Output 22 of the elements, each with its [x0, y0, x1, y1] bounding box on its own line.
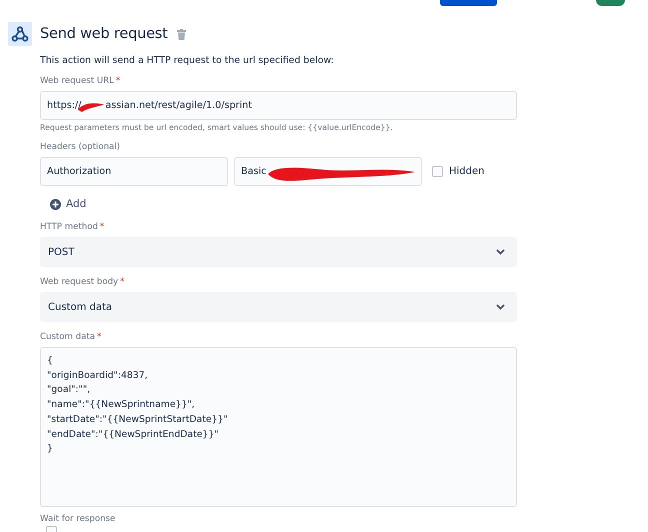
trash-icon[interactable] — [176, 28, 186, 40]
action-description: This action will send a HTTP request to the url specified below: — [40, 55, 335, 66]
url-field[interactable]: https:// assian.net/rest/agile/1.0/sprint — [40, 91, 517, 120]
field-label: Wait for response — [40, 514, 116, 525]
field-label: Web request body * — [40, 277, 126, 288]
add-button[interactable]: Add — [50, 196, 86, 212]
webhook-icon — [8, 22, 32, 46]
field-label: Headers (optional) — [40, 142, 122, 153]
plus-icon — [50, 198, 61, 210]
custom-data-field[interactable]: { "originBoardid":4837, "goal":"", "name":"{{NewSprintname}}", "startDate":"{{NewSprintStartDate}}" "endDate":"{{NewSprintEndDate}}" } — [40, 347, 517, 507]
field-label: Web request URL * — [40, 76, 122, 87]
action-title: Send web request — [40, 26, 168, 42]
method-select[interactable]: POST — [40, 237, 517, 267]
header-button[interactable] — [596, 0, 625, 6]
chevron-down-icon — [496, 304, 505, 310]
chevron-down-icon — [496, 249, 505, 255]
header-key-field[interactable]: Authorization — [40, 157, 228, 186]
field-label: HTTP method * — [40, 222, 106, 233]
checkbox[interactable] — [432, 166, 443, 177]
body-select[interactable]: Custom data — [40, 292, 517, 322]
field-label: Custom data * — [40, 332, 102, 343]
checkbox-label: Hidden — [449, 166, 484, 177]
